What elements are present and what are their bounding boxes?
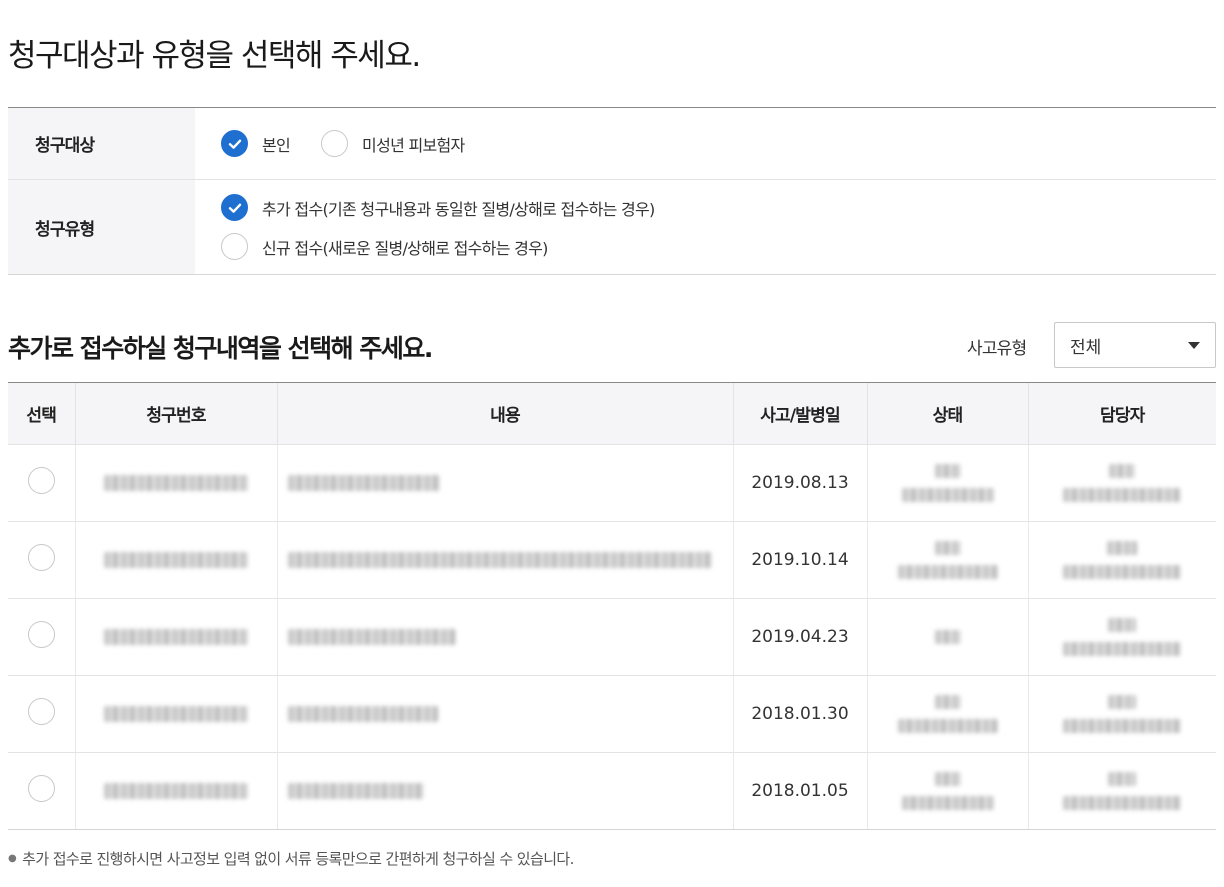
type-option-new[interactable]: 신규 접수(새로운 질병/상해로 접수하는 경우)	[221, 233, 1216, 260]
type-option-additional[interactable]: 추가 접수(기존 청구내용과 동일한 질병/상해로 접수하는 경우)	[221, 194, 1216, 221]
incident-date: 2019.08.13	[732, 444, 867, 522]
type-option-new-label: 신규 접수(새로운 질병/상해로 접수하는 경우)	[262, 238, 548, 258]
column-header-status: 상태	[866, 382, 1028, 445]
column-header-claim-number: 청구번호	[74, 382, 277, 445]
radio-unchecked-icon[interactable]	[221, 233, 248, 260]
column-header-manager: 담당자	[1027, 382, 1216, 445]
accident-type-label: 사고유형	[967, 339, 1027, 359]
table-row[interactable]: 2019.10.14	[8, 521, 1216, 599]
claim-number-redacted	[104, 475, 248, 491]
claim-number-redacted	[104, 706, 248, 722]
incident-date: 2018.01.30	[732, 675, 867, 753]
incident-date: 2019.04.23	[732, 598, 867, 676]
claim-number-redacted	[104, 552, 248, 568]
content-redacted	[287, 783, 424, 799]
claim-page: 청구대상과 유형을 선택해 주세요. 청구대상 본인 미성년 피보험자 청구유형	[0, 0, 1224, 887]
manager-contact-redacted	[1063, 642, 1182, 656]
check-icon[interactable]	[221, 130, 248, 157]
claim-type-label: 청구유형	[8, 180, 195, 274]
claim-number-redacted	[104, 783, 248, 799]
type-option-additional-label: 추가 접수(기존 청구내용과 동일한 질병/상해로 접수하는 경우)	[262, 199, 655, 219]
table-row[interactable]: 2018.01.30	[8, 675, 1216, 753]
claim-form: 청구대상 본인 미성년 피보험자 청구유형 추가 접수(기존 청구내용과 동일한…	[8, 107, 1216, 275]
claim-target-label: 청구대상	[8, 108, 195, 179]
target-option-self-label: 본인	[262, 135, 291, 155]
table-row[interactable]: 2019.08.13	[8, 444, 1216, 522]
info-note-text: 추가 접수로 진행하시면 사고정보 입력 없이 서류 등록만으로 간편하게 청구…	[22, 850, 574, 868]
manager-contact-redacted	[1063, 565, 1182, 579]
manager-contact-redacted	[1063, 488, 1182, 502]
table-header-row: 선택 청구번호 내용 사고/발병일 상태 담당자	[8, 382, 1216, 445]
claim-type-row: 청구유형 추가 접수(기존 청구내용과 동일한 질병/상해로 접수하는 경우) …	[8, 180, 1216, 274]
manager-redacted	[1107, 541, 1138, 555]
manager-redacted	[1108, 772, 1137, 786]
status-detail-redacted	[901, 488, 994, 502]
status-detail-redacted	[897, 719, 998, 733]
incident-date: 2018.01.05	[732, 752, 867, 830]
manager-redacted	[1108, 695, 1137, 709]
incident-date: 2019.10.14	[732, 521, 867, 599]
claim-history-table: 선택 청구번호 내용 사고/발병일 상태 담당자 2019.08.13 2019…	[8, 382, 1216, 830]
history-title: 추가로 접수하실 청구내역을 선택해 주세요.	[8, 334, 433, 363]
target-option-minor[interactable]: 미성년 피보험자	[321, 130, 465, 157]
caret-down-icon	[1188, 342, 1200, 349]
status-redacted	[934, 772, 961, 786]
content-redacted	[287, 475, 440, 491]
content-redacted	[287, 706, 438, 722]
table-row[interactable]: 2019.04.23	[8, 598, 1216, 676]
row-select-radio[interactable]	[27, 698, 55, 725]
status-redacted	[934, 695, 961, 709]
radio-unchecked-icon[interactable]	[321, 130, 349, 157]
column-header-date: 사고/발병일	[732, 382, 867, 445]
status-redacted	[934, 630, 961, 644]
target-option-self[interactable]: 본인	[221, 130, 291, 157]
row-select-radio[interactable]	[27, 621, 55, 648]
manager-redacted	[1109, 464, 1136, 478]
check-icon[interactable]	[221, 194, 248, 221]
info-note: ● 추가 접수로 진행하시면 사고정보 입력 없이 서류 등록만으로 간편하게 청…	[8, 848, 574, 869]
status-detail-redacted	[897, 565, 998, 579]
table-row[interactable]: 2018.01.05	[8, 752, 1216, 830]
row-select-radio[interactable]	[27, 775, 55, 802]
bullet-icon: ●	[8, 853, 17, 864]
column-header-content: 내용	[276, 382, 733, 445]
claim-number-redacted	[104, 629, 248, 645]
row-select-radio[interactable]	[27, 544, 55, 571]
content-redacted	[287, 629, 456, 645]
target-option-minor-label: 미성년 피보험자	[362, 135, 465, 155]
status-detail-redacted	[901, 796, 994, 810]
row-select-radio[interactable]	[27, 467, 55, 494]
page-title: 청구대상과 유형을 선택해 주세요.	[8, 38, 421, 74]
status-redacted	[934, 541, 961, 555]
manager-contact-redacted	[1063, 719, 1182, 733]
manager-contact-redacted	[1063, 796, 1182, 810]
claim-target-row: 청구대상 본인 미성년 피보험자	[8, 108, 1216, 180]
content-redacted	[287, 552, 712, 568]
accident-type-value: 전체	[1070, 337, 1102, 358]
status-redacted	[934, 464, 961, 478]
manager-redacted	[1108, 618, 1137, 632]
accident-type-select[interactable]: 전체	[1054, 322, 1216, 368]
column-header-select: 선택	[8, 382, 75, 445]
